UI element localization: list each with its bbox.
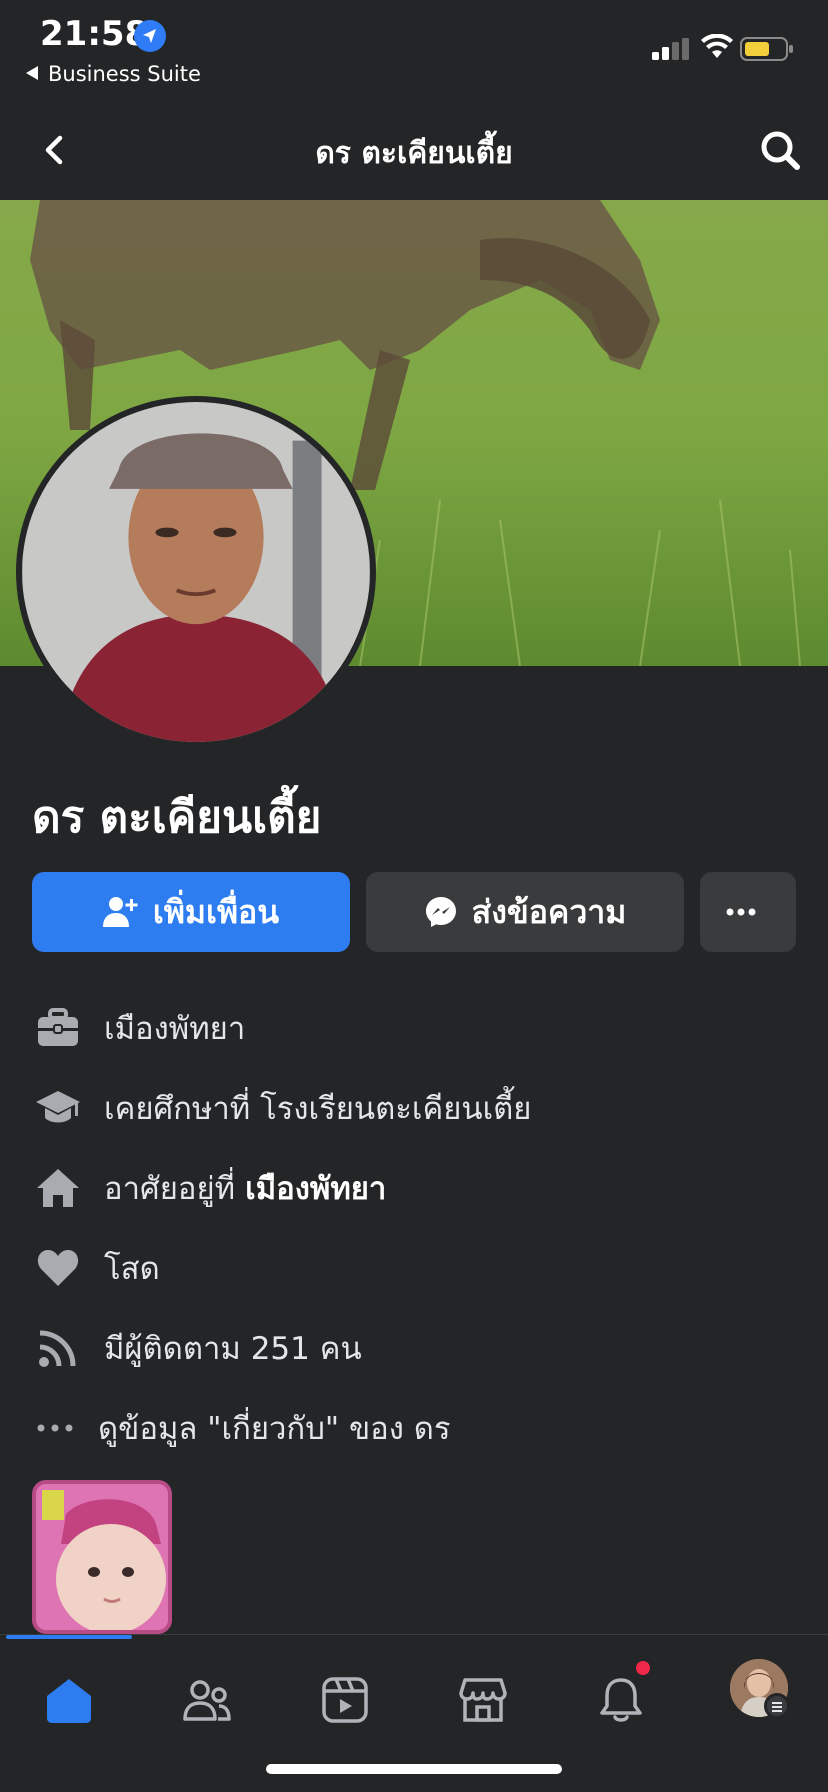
wifi-icon xyxy=(701,34,733,58)
house-icon xyxy=(32,1162,84,1214)
tab-marketplace[interactable] xyxy=(448,1665,518,1735)
page-title: ดร ตะเคียนเตี้ย xyxy=(315,136,513,171)
notification-badge xyxy=(634,1659,652,1677)
lives-in-prefix: อาศัยอยู่ที่ xyxy=(104,1171,236,1207)
cellular-signal-icon xyxy=(652,38,689,60)
video-icon xyxy=(322,1677,368,1723)
battery-icon xyxy=(740,37,793,61)
featured-photo-image xyxy=(36,1484,168,1630)
send-message-label: ส่งข้อความ xyxy=(471,892,627,931)
lives-in-place[interactable]: เมืองพัทยา xyxy=(245,1163,386,1213)
featured-photo-thumbnail[interactable] xyxy=(32,1480,172,1634)
bell-icon xyxy=(600,1678,642,1722)
back-app-label: Business Suite xyxy=(48,62,201,86)
back-triangle-icon xyxy=(26,66,38,80)
home-indicator xyxy=(266,1764,562,1774)
search-button[interactable] xyxy=(752,122,808,178)
followers-text[interactable]: มีผู้ติดตาม 251 คน xyxy=(104,1323,362,1373)
tab-watch[interactable] xyxy=(310,1665,380,1735)
see-about-text: ดูข้อมูล "เกี่ยวกับ" ของ ดร xyxy=(98,1411,451,1447)
friends-icon xyxy=(183,1680,231,1721)
info-lives-in: อาศัยอยู่ที่ เมืองพัทยา xyxy=(32,1158,386,1218)
graduation-cap-icon xyxy=(32,1082,84,1134)
info-followers: มีผู้ติดตาม 251 คน xyxy=(32,1318,362,1378)
location-arrow-icon xyxy=(134,20,166,52)
search-icon xyxy=(761,131,800,170)
info-relationship: โสด xyxy=(32,1238,160,1298)
rss-icon xyxy=(32,1322,84,1374)
back-to-app-link[interactable]: Business Suite xyxy=(26,62,201,86)
work-text: เมืองพัทยา xyxy=(104,1011,246,1047)
home-icon xyxy=(47,1679,91,1723)
marketplace-icon xyxy=(459,1678,507,1722)
status-bar: 21:58 Business Suite xyxy=(0,0,828,100)
ellipsis-icon xyxy=(32,1402,78,1454)
info-work: เมืองพัทยา xyxy=(32,998,245,1058)
add-friend-icon xyxy=(102,897,138,927)
info-see-about[interactable]: ดูข้อมูล "เกี่ยวกับ" ของ ดร xyxy=(32,1398,451,1458)
briefcase-icon xyxy=(32,1002,84,1054)
top-navigation-bar: ดร ตะเคียนเตี้ย xyxy=(0,100,828,200)
messenger-icon xyxy=(425,897,456,927)
chevron-left-icon xyxy=(45,135,63,165)
relationship-text: โสด xyxy=(104,1251,160,1287)
profile-avatar[interactable] xyxy=(16,396,376,748)
back-button[interactable] xyxy=(30,122,86,178)
send-message-button[interactable]: ส่งข้อความ xyxy=(366,872,684,952)
add-friend-button[interactable]: เพิ่มเพื่อน xyxy=(32,872,350,952)
more-options-button[interactable] xyxy=(700,872,796,952)
heart-icon xyxy=(32,1242,84,1294)
menu-lines-icon[interactable] xyxy=(764,1693,790,1719)
info-education: เคยศึกษาที่ โรงเรียนตะเคียนเตี้ย xyxy=(32,1078,531,1138)
education-text[interactable]: เคยศึกษาที่ โรงเรียนตะเคียนเตี้ย xyxy=(104,1083,531,1133)
active-tab-indicator xyxy=(6,1635,132,1639)
add-friend-label: เพิ่มเพื่อน xyxy=(152,892,280,931)
profile-photo-image xyxy=(22,402,370,742)
tab-friends[interactable] xyxy=(172,1665,242,1735)
tab-home[interactable] xyxy=(34,1665,104,1735)
profile-name: ดร ตะเคียนเตี้ย xyxy=(32,792,322,843)
ellipsis-icon xyxy=(726,908,756,916)
status-time: 21:58 xyxy=(40,14,149,54)
